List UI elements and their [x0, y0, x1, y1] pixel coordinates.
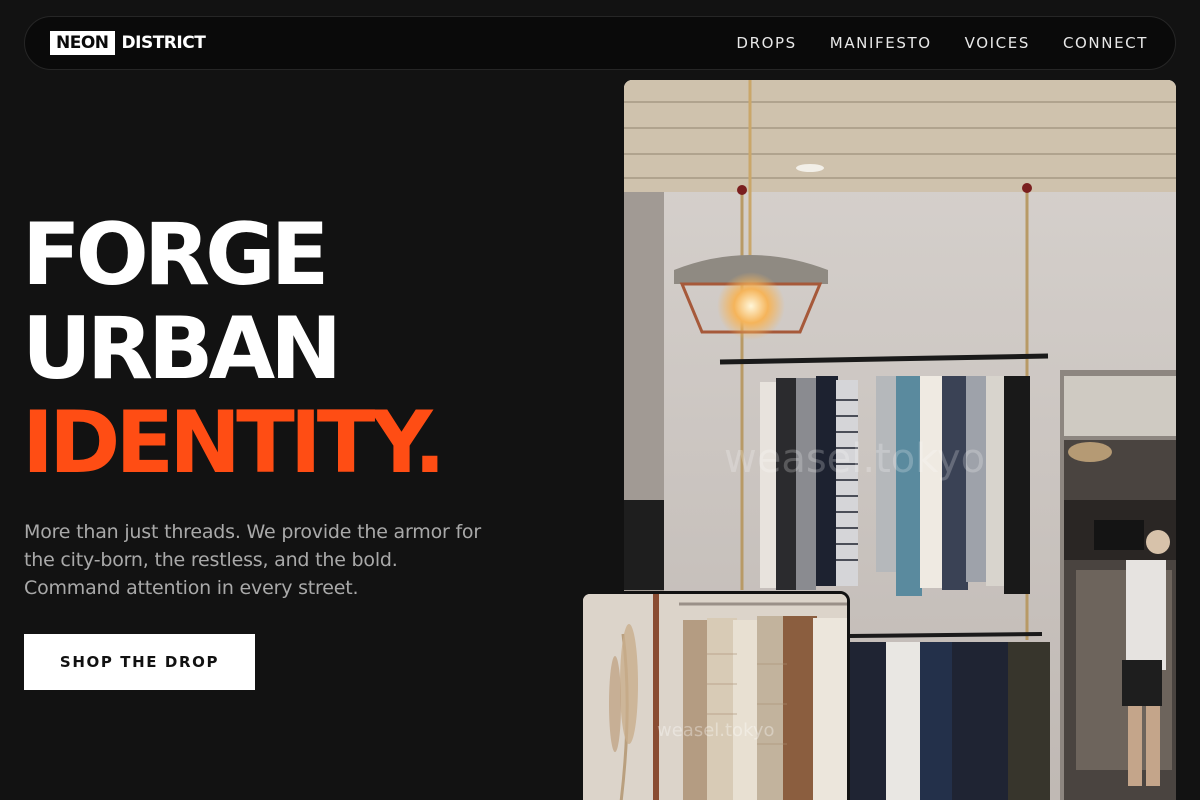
shop-the-drop-button[interactable]: SHOP THE DROP [24, 634, 255, 690]
sub-image-watermark: weasel.tokyo [657, 720, 775, 741]
hero-headline: FORGE URBAN IDENTITY. [22, 205, 446, 493]
main-image-watermark: weasel.tokyo [724, 436, 985, 482]
headline-line-1: FORGE [22, 205, 329, 305]
top-navbar: NEON DISTRICT DROPS MANIFESTO VOICES CON… [24, 16, 1176, 70]
knitwear-rack-image: weasel.tokyo [580, 591, 850, 800]
hero-description: More than just threads. We provide the a… [24, 521, 481, 599]
brand-logo-word: DISTRICT [121, 33, 206, 53]
nav-link-drops[interactable]: DROPS [736, 34, 796, 52]
headline-line-3: IDENTITY. [22, 393, 446, 493]
brand-logo[interactable]: NEON DISTRICT [50, 31, 206, 55]
brand-logo-box: NEON [50, 31, 115, 55]
knitwear-rack-illustration: weasel.tokyo [583, 594, 847, 800]
nav-links: DROPS MANIFESTO VOICES CONNECT [736, 34, 1148, 52]
nav-link-manifesto[interactable]: MANIFESTO [830, 34, 932, 52]
nav-link-voices[interactable]: VOICES [965, 34, 1030, 52]
headline-line-2: URBAN [22, 299, 342, 399]
page: NEON DISTRICT DROPS MANIFESTO VOICES CON… [0, 0, 1200, 800]
nav-link-connect[interactable]: CONNECT [1063, 34, 1148, 52]
